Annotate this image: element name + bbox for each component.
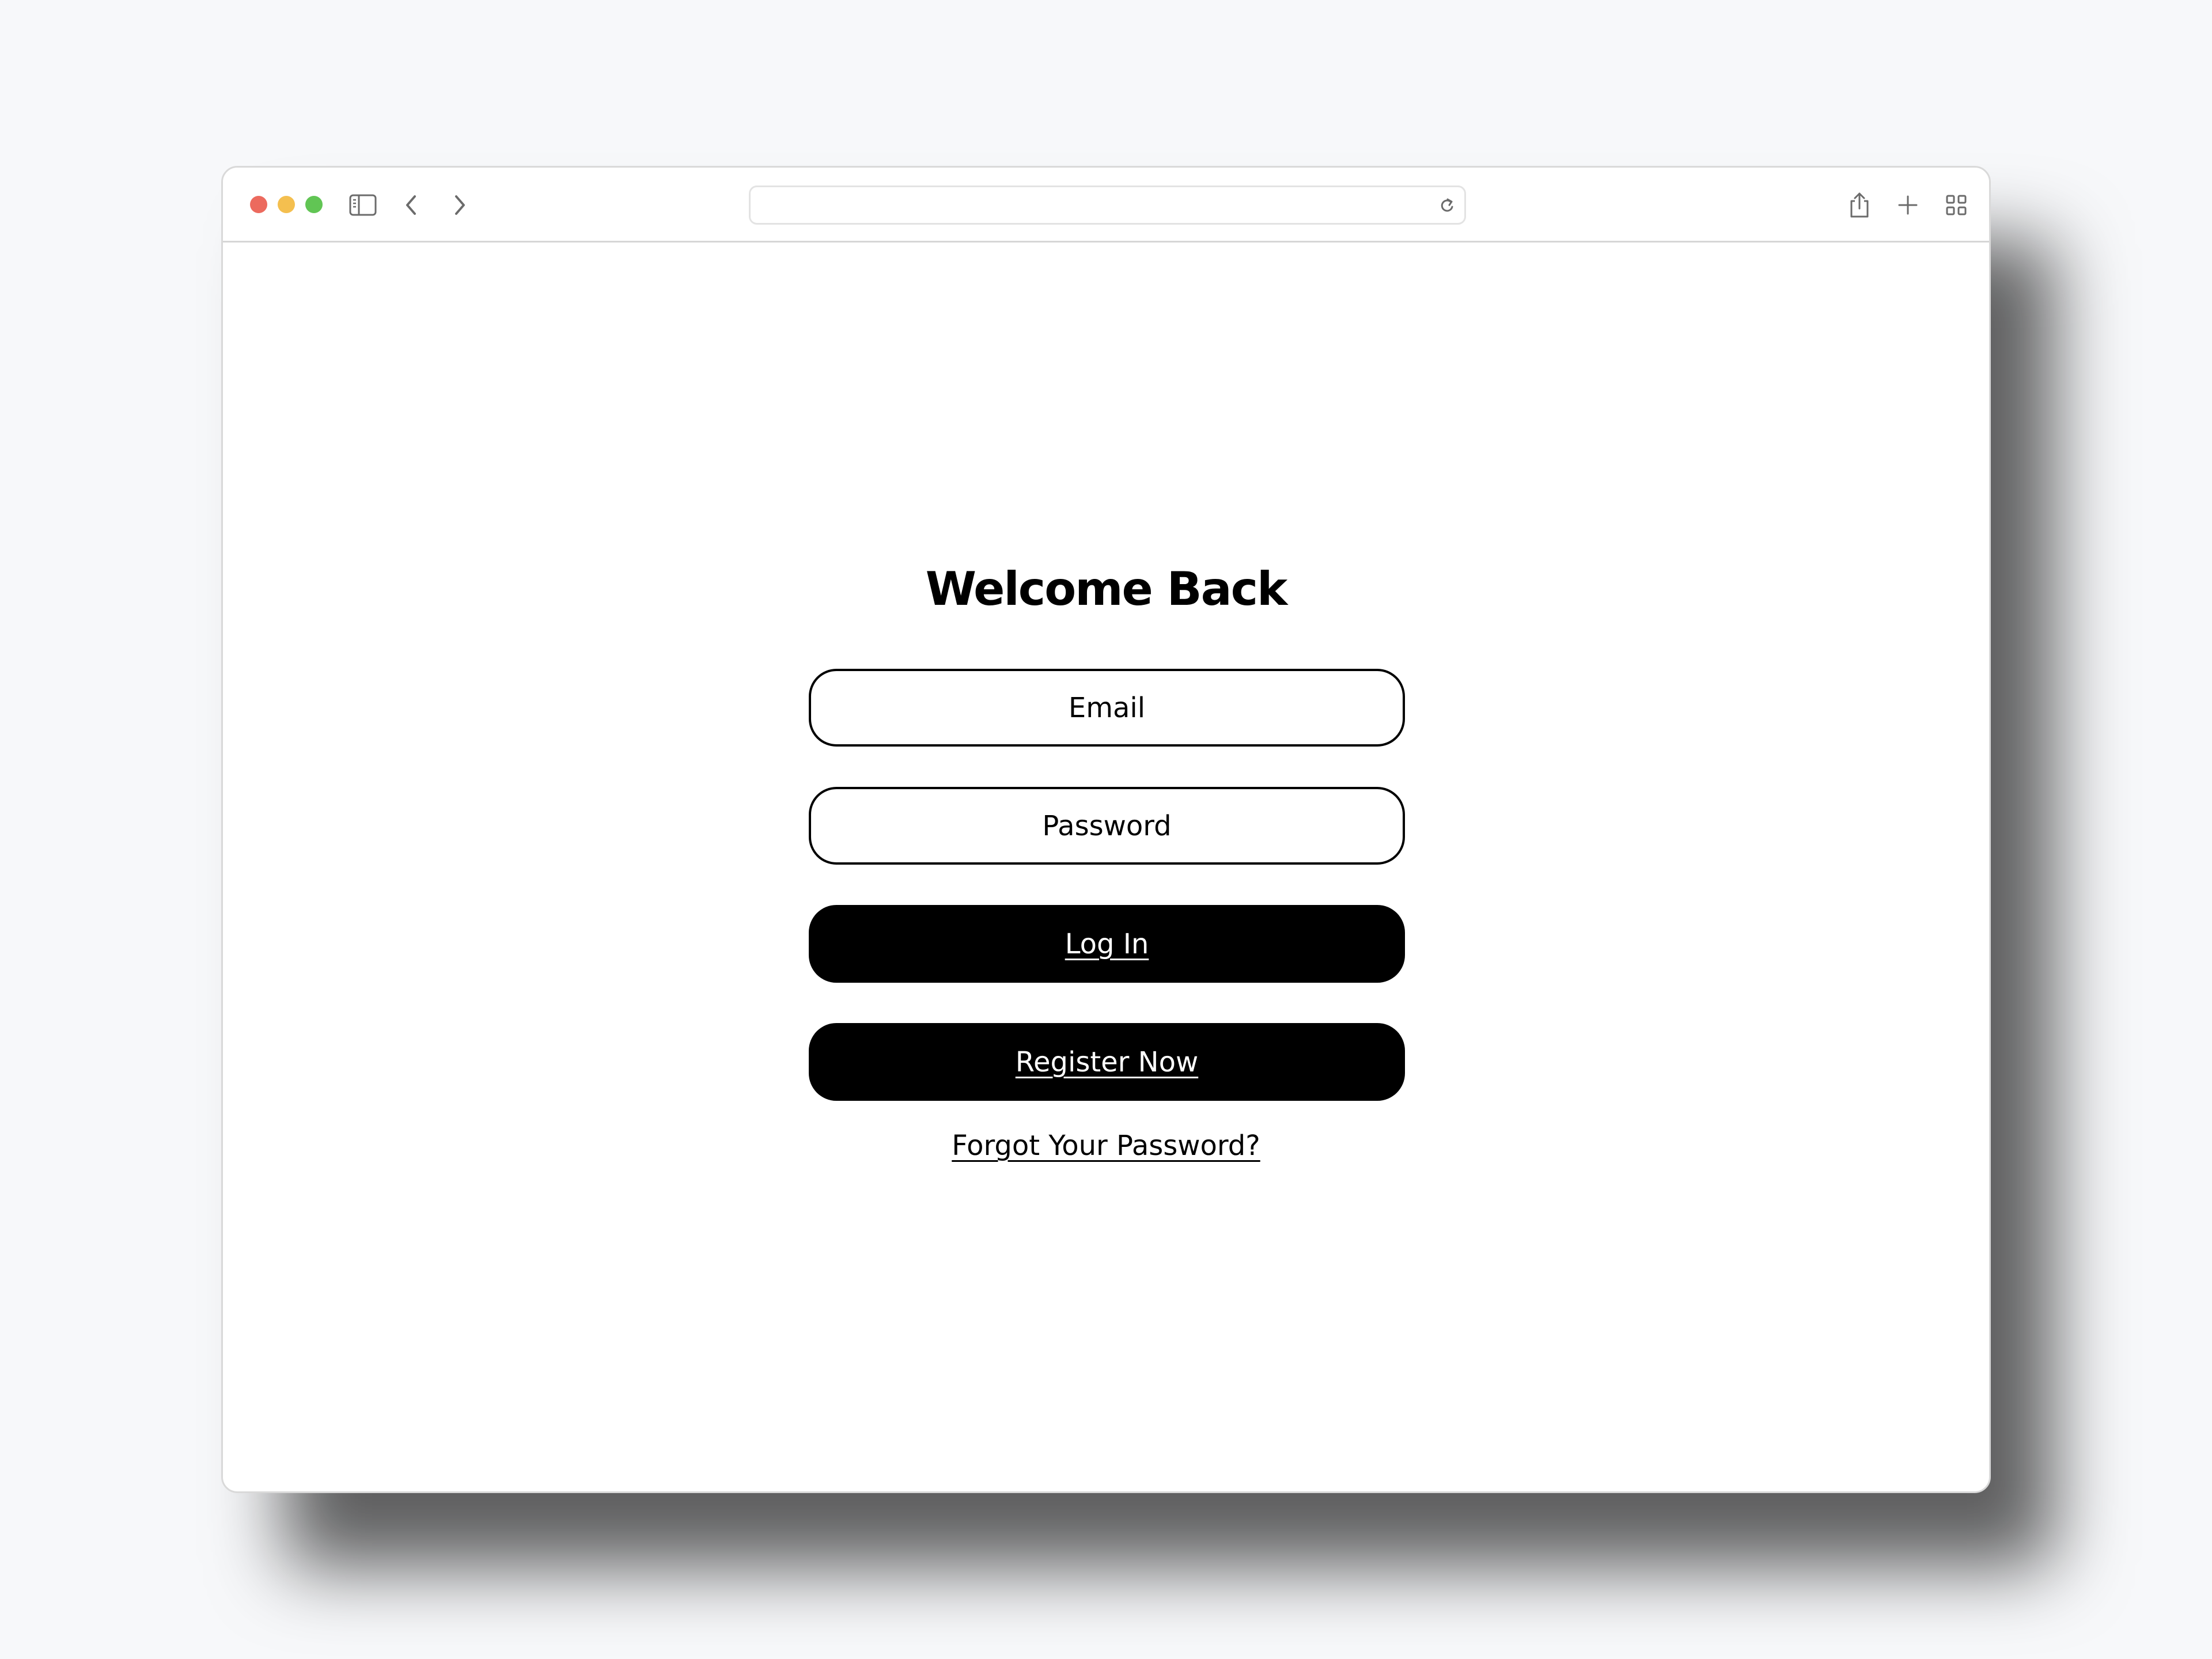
grid-icon[interactable] [1936,185,1976,225]
login-button[interactable]: Log In [809,905,1405,983]
page-title: Welcome Back [925,562,1288,616]
page-content: Welcome Back Email Password Log In Regis… [223,243,1989,1491]
share-icon[interactable] [1839,185,1880,225]
browser-toolbar [223,168,1989,243]
email-placeholder: Email [1068,691,1146,724]
forgot-password-link[interactable]: Forgot Your Password? [952,1130,1260,1162]
close-window-button[interactable] [250,196,267,213]
register-button-label: Register Now [1015,1046,1199,1078]
plus-icon[interactable] [1888,185,1928,225]
address-bar[interactable] [749,185,1466,225]
zoom-window-button[interactable] [305,196,323,213]
email-field[interactable]: Email [809,669,1405,747]
register-button[interactable]: Register Now [809,1023,1405,1101]
chevron-right-icon[interactable] [440,185,480,225]
forgot-password-row: Forgot Your Password? [223,1130,1989,1162]
sidebar-icon[interactable] [343,185,383,225]
minimize-window-button[interactable] [278,196,295,213]
password-placeholder: Password [1042,809,1172,842]
chevron-left-icon[interactable] [391,185,431,225]
browser-window: Welcome Back Email Password Log In Regis… [221,166,1991,1493]
password-field[interactable]: Password [809,787,1405,865]
login-button-label: Log In [1065,927,1149,960]
reload-icon[interactable] [1437,195,1457,216]
